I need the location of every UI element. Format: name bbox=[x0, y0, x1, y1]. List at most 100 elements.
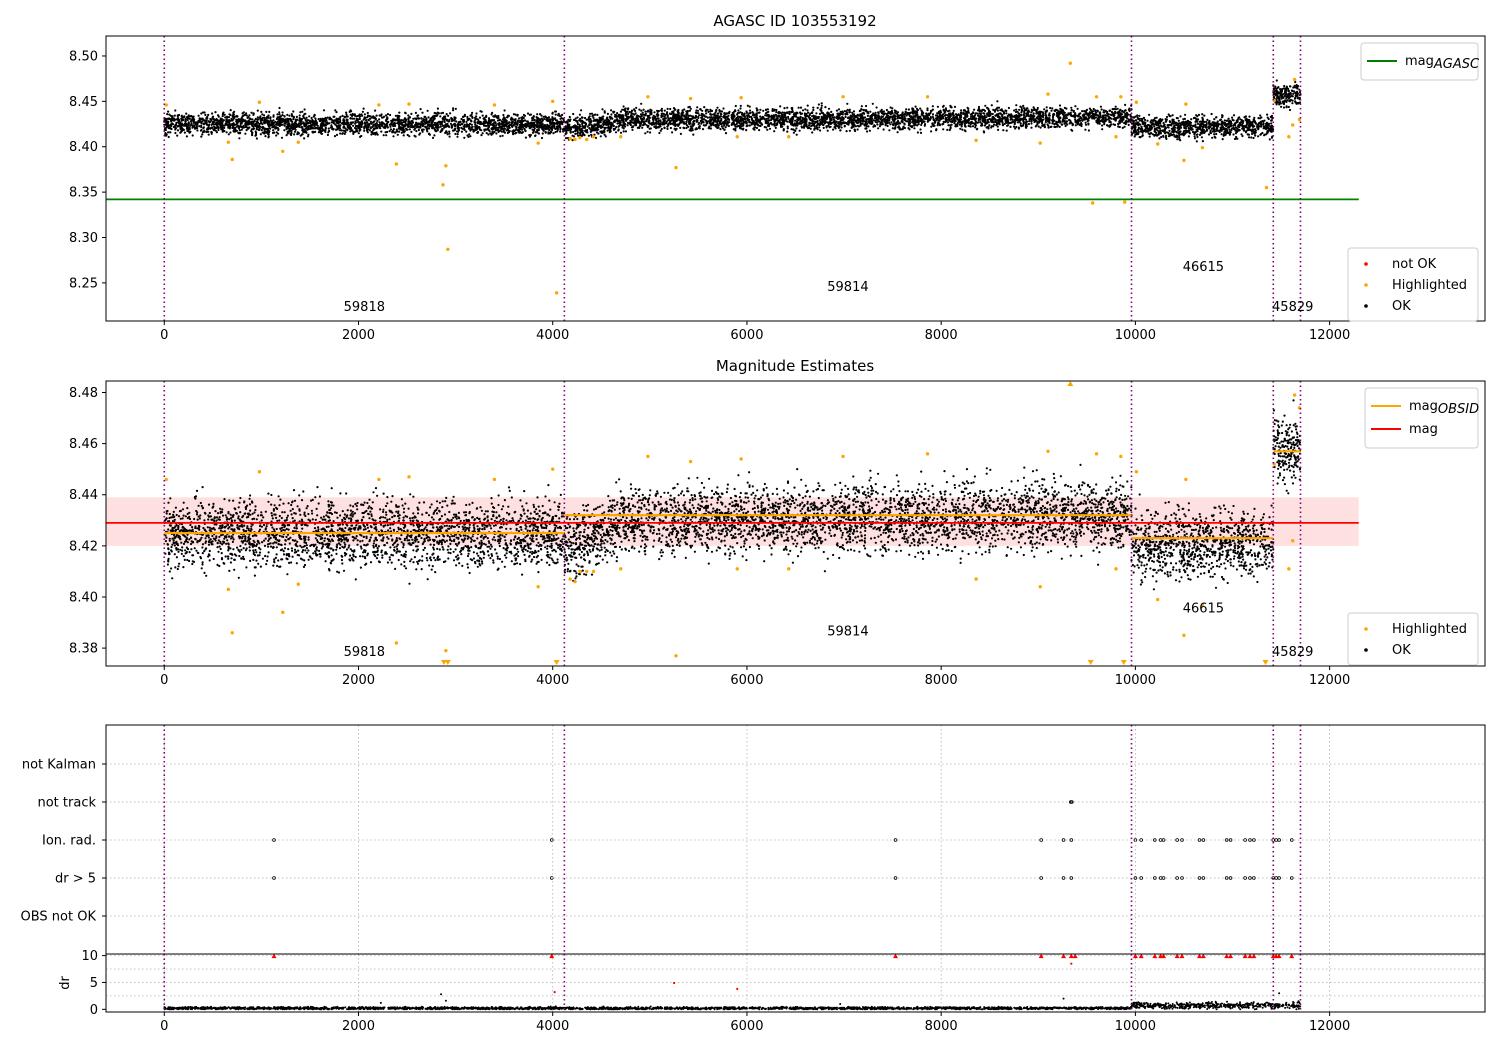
ok-point bbox=[856, 128, 859, 131]
ok-point bbox=[537, 132, 541, 135]
ok-point bbox=[914, 105, 917, 108]
ok-point bbox=[163, 123, 166, 126]
ok-point bbox=[589, 120, 592, 123]
ok-point bbox=[363, 129, 366, 132]
ok-point bbox=[745, 129, 748, 132]
ok-point bbox=[791, 120, 794, 123]
ok-point bbox=[171, 122, 174, 125]
ok-point bbox=[574, 130, 577, 133]
ok-point bbox=[626, 124, 629, 127]
ok-point bbox=[335, 118, 338, 121]
ok-point bbox=[649, 131, 652, 134]
ok-point bbox=[183, 115, 186, 118]
ok-point bbox=[275, 126, 278, 129]
ok-point bbox=[189, 130, 192, 133]
ok-point bbox=[320, 125, 323, 128]
ok-point bbox=[191, 126, 194, 129]
ok-point bbox=[595, 118, 598, 121]
ok-point bbox=[320, 119, 323, 122]
ok-point bbox=[168, 124, 171, 127]
ok-point bbox=[281, 111, 284, 114]
ok-point bbox=[445, 131, 448, 134]
ok-point bbox=[283, 124, 286, 127]
ok-point bbox=[386, 113, 390, 116]
ok-point bbox=[337, 120, 340, 123]
ok-point bbox=[774, 126, 777, 129]
ok-point bbox=[483, 116, 486, 119]
ok-point bbox=[1102, 109, 1105, 112]
ok-point bbox=[824, 106, 827, 109]
ok-point bbox=[774, 113, 777, 116]
ok-point bbox=[964, 117, 967, 120]
ok-point bbox=[882, 113, 885, 116]
ok-point bbox=[174, 109, 177, 112]
ok-point bbox=[1030, 122, 1033, 125]
ok-point bbox=[597, 125, 600, 129]
ok-point bbox=[314, 127, 317, 130]
ok-point bbox=[568, 128, 571, 131]
ok-point bbox=[1047, 114, 1050, 117]
ok-point bbox=[217, 128, 220, 132]
ok-point bbox=[592, 129, 595, 132]
ok-point bbox=[368, 124, 371, 127]
ok-point bbox=[378, 124, 381, 128]
ok-point bbox=[277, 116, 280, 119]
ok-point bbox=[454, 132, 457, 136]
ok-point bbox=[820, 104, 823, 107]
ok-point bbox=[495, 124, 498, 127]
ok-point bbox=[303, 123, 306, 126]
ok-point bbox=[640, 102, 643, 105]
ok-point bbox=[212, 125, 216, 128]
ok-point bbox=[194, 121, 197, 124]
ok-point bbox=[1058, 117, 1061, 120]
ok-point bbox=[595, 131, 599, 134]
ok-point bbox=[350, 127, 353, 130]
ok-point bbox=[533, 121, 536, 124]
ok-point bbox=[505, 121, 508, 124]
ok-point bbox=[411, 120, 414, 123]
ok-point bbox=[871, 117, 874, 120]
ok-point bbox=[491, 111, 494, 114]
ok-point bbox=[717, 126, 720, 129]
ok-point bbox=[343, 129, 347, 133]
ok-point bbox=[476, 126, 479, 129]
ok-point bbox=[669, 107, 672, 111]
ok-point bbox=[949, 114, 952, 117]
ok-point bbox=[683, 127, 686, 130]
ok-point bbox=[173, 114, 176, 117]
ok-point bbox=[846, 116, 850, 120]
ok-point bbox=[378, 118, 381, 121]
ok-point bbox=[708, 125, 711, 128]
ok-point bbox=[622, 105, 625, 108]
ok-point bbox=[983, 114, 986, 117]
ok-point bbox=[695, 120, 698, 123]
ok-point bbox=[750, 118, 754, 121]
ok-point bbox=[592, 114, 595, 117]
ok-point bbox=[845, 130, 848, 133]
ok-point bbox=[303, 137, 306, 140]
ok-point bbox=[697, 112, 700, 115]
ok-point bbox=[283, 122, 286, 125]
ok-point bbox=[455, 120, 458, 123]
ok-point bbox=[415, 121, 418, 124]
ok-point bbox=[166, 123, 169, 126]
ok-point bbox=[295, 115, 298, 118]
ok-point bbox=[482, 121, 485, 124]
ok-point bbox=[912, 122, 915, 125]
ok-point bbox=[973, 108, 976, 111]
ok-point bbox=[604, 121, 607, 125]
ok-point bbox=[396, 133, 399, 136]
ok-point bbox=[709, 113, 712, 116]
ok-point bbox=[398, 115, 401, 118]
ok-point bbox=[375, 126, 378, 129]
ok-point bbox=[317, 131, 320, 134]
ok-point bbox=[191, 116, 194, 119]
ok-point bbox=[518, 117, 521, 120]
ok-point bbox=[707, 110, 710, 113]
ok-point bbox=[600, 118, 604, 121]
ok-point bbox=[255, 127, 258, 131]
ok-point bbox=[471, 115, 474, 118]
ok-point bbox=[1020, 125, 1023, 128]
ok-point bbox=[613, 127, 616, 130]
ok-point bbox=[1006, 124, 1009, 127]
